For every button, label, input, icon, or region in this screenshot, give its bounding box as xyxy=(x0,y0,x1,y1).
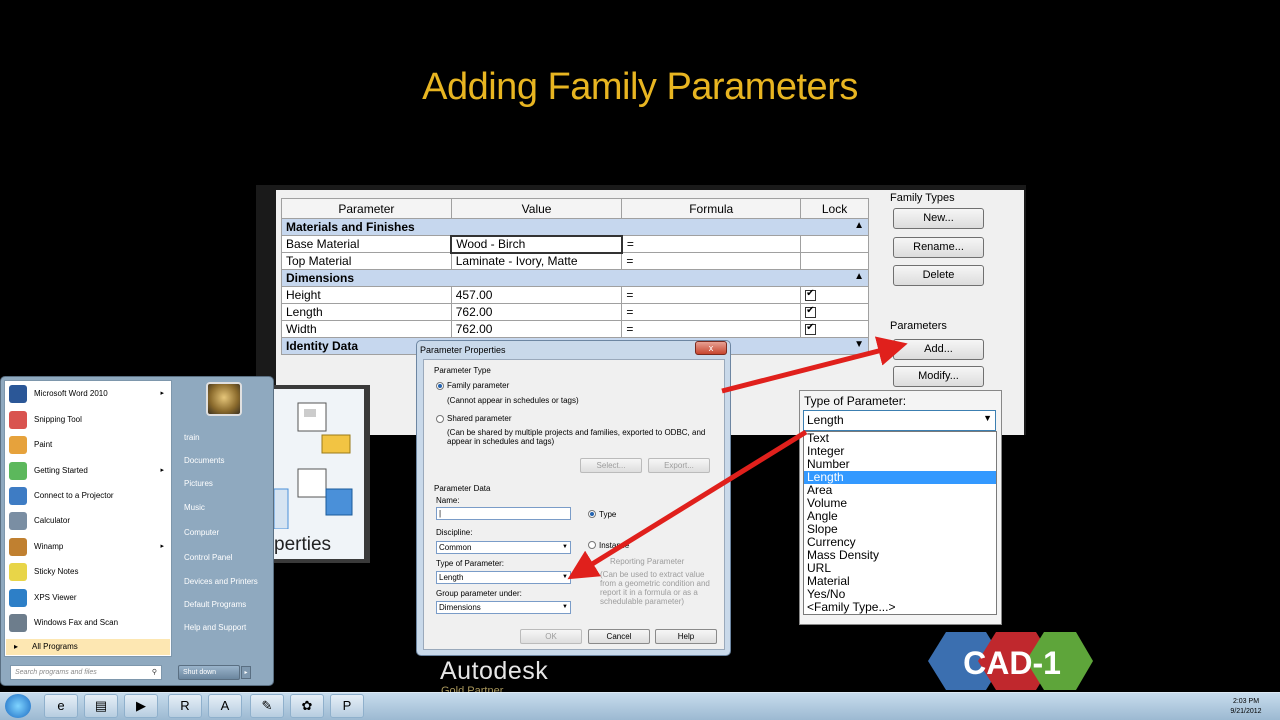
chevron-right-icon: ▸ xyxy=(160,390,164,397)
program-item[interactable]: Windows Fax and Scan xyxy=(6,611,170,635)
chevron-right-icon[interactable]: ▸ xyxy=(241,666,251,679)
powerpoint-icon[interactable]: P xyxy=(330,694,364,718)
paint-icon xyxy=(9,436,27,454)
program-item[interactable]: Microsoft Word 2010 ▸ xyxy=(6,382,170,406)
start-right-item[interactable]: Default Programs xyxy=(184,600,246,609)
flower-icon[interactable]: ✿ xyxy=(290,694,324,718)
start-right-item[interactable]: Help and Support xyxy=(184,623,246,632)
autocad-icon[interactable]: A xyxy=(208,694,242,718)
program-item[interactable]: Winamp ▸ xyxy=(6,535,170,559)
program-item[interactable]: Calculator xyxy=(6,509,170,533)
explorer-icon[interactable]: ▤ xyxy=(84,694,118,718)
xps-viewer-icon xyxy=(9,589,27,607)
start-right-item[interactable]: Computer xyxy=(184,528,219,537)
program-item[interactable]: XPS Viewer xyxy=(6,586,170,610)
start-right-item[interactable]: Pictures xyxy=(184,479,213,488)
start-right-item[interactable]: Devices and Printers xyxy=(184,577,258,586)
projector-icon xyxy=(9,487,27,505)
all-programs-button[interactable]: ▸ All Programs xyxy=(6,639,170,655)
chevron-right-icon: ▸ xyxy=(160,543,164,550)
autodesk-logo: Autodesk xyxy=(440,657,549,685)
program-item[interactable]: Snipping Tool xyxy=(6,408,170,432)
getting-started-icon xyxy=(9,462,27,480)
start-search-input[interactable]: Search programs and files ⚲ xyxy=(10,665,162,680)
start-right-item[interactable]: Control Panel xyxy=(184,553,232,562)
avatar[interactable] xyxy=(206,382,242,416)
winamp-icon xyxy=(9,538,27,556)
chevron-right-icon: ▸ xyxy=(14,642,19,651)
sticky-notes-icon xyxy=(9,563,27,581)
pen-tool-icon[interactable]: ✎ xyxy=(250,694,284,718)
arrow-to-add-button xyxy=(721,336,908,394)
cad1-wordmark: CAD-1 xyxy=(963,645,1061,681)
fax-scan-icon xyxy=(9,614,27,632)
windows-start-icon[interactable] xyxy=(5,694,31,718)
cad1-logo: CAD-1 xyxy=(928,632,1093,690)
start-right-item[interactable]: train xyxy=(184,433,200,442)
start-right-item[interactable]: Documents xyxy=(184,456,224,465)
program-item[interactable]: Connect to a Projector xyxy=(6,484,170,508)
program-item[interactable]: Getting Started ▸ xyxy=(6,459,170,483)
search-icon: ⚲ xyxy=(151,669,157,676)
system-clock[interactable]: 2:03 PM 9/21/2012 xyxy=(1222,697,1270,717)
program-item[interactable]: Paint xyxy=(6,433,170,457)
revit-icon[interactable]: R xyxy=(168,694,202,718)
snipping-tool-icon xyxy=(9,411,27,429)
start-right-item[interactable]: Music xyxy=(184,503,205,512)
calculator-icon xyxy=(9,512,27,530)
shutdown-button[interactable]: Shut down ▸ xyxy=(178,665,251,680)
chevron-right-icon: ▸ xyxy=(160,467,164,474)
ie-icon[interactable]: e xyxy=(44,694,78,718)
program-item[interactable]: Sticky Notes xyxy=(6,560,170,584)
media-player-icon[interactable]: ▶ xyxy=(124,694,158,718)
arrow-to-type-field xyxy=(567,429,808,580)
word-icon xyxy=(9,385,27,403)
